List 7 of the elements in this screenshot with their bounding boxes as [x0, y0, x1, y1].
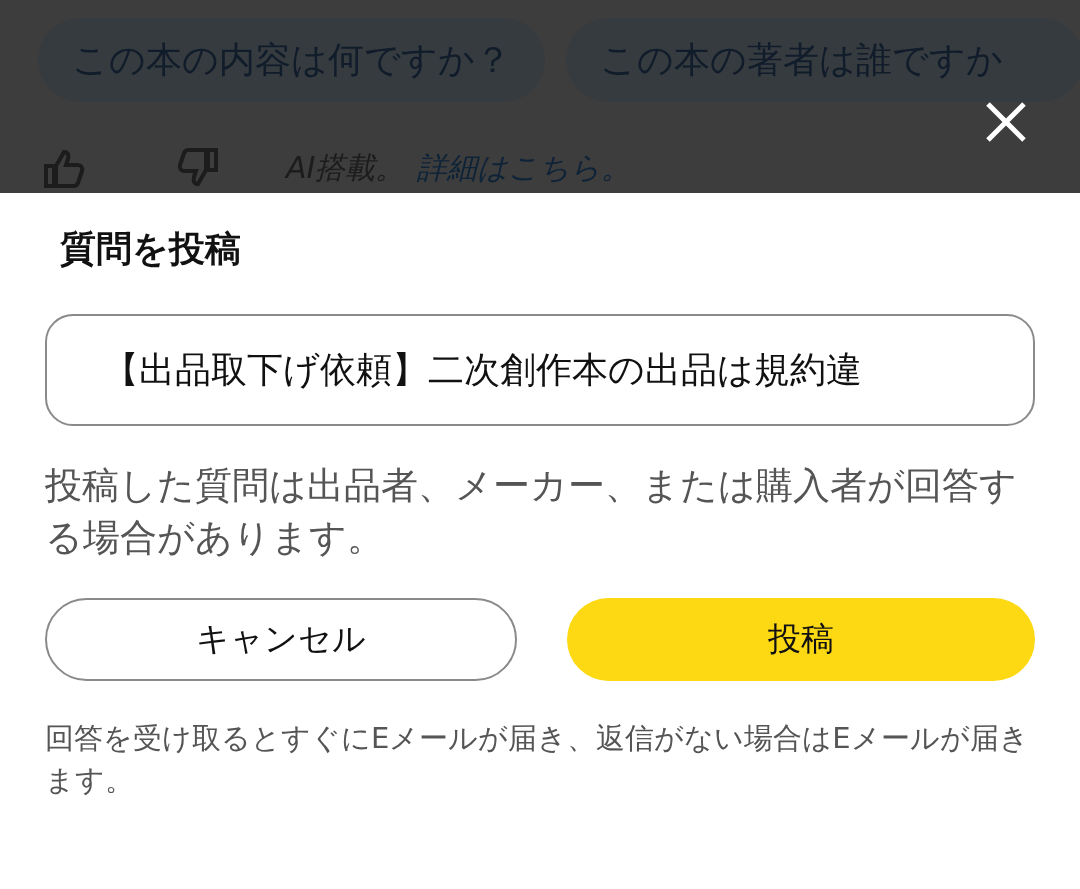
footnote-text: 回答を受け取るとすぐにEメールが届き、返信がない場合はEメールが届きます。 [45, 720, 1030, 800]
cancel-button[interactable]: キャンセル [45, 598, 517, 682]
description-text: 投稿した質問は出品者、メーカー、または購入者が回答する場合があります。 [45, 463, 1018, 562]
post-button[interactable]: 投稿 [567, 598, 1035, 682]
close-icon[interactable] [986, 102, 1026, 142]
question-field[interactable]: 【出品取下げ依頼】二次創作本の出品は規約違 [45, 314, 1035, 427]
dialog-title: 質問を投稿 [59, 227, 242, 271]
